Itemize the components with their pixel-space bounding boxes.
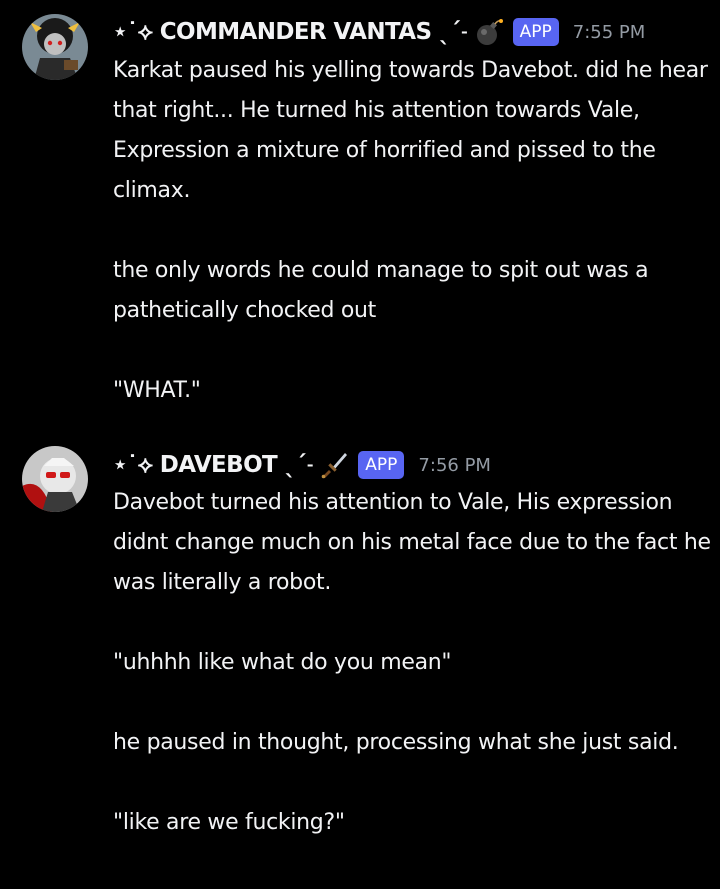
username[interactable]: ⋆˙⟡ DAVEBOT ˎˊ˗	[113, 452, 314, 478]
message-paragraph: he paused in thought, processing what sh…	[113, 730, 679, 755]
app-badge: APP	[512, 18, 559, 46]
bomb-icon	[474, 17, 504, 47]
message-paragraph: "uhhhh like what do you mean"	[113, 650, 452, 675]
message-header: ⋆˙⟡ COMMANDER VANTAS ˎˊ˗ APP 7:55 PM	[113, 15, 645, 49]
avatar-image	[22, 446, 88, 512]
message-paragraph: the only words he could manage to spit o…	[113, 258, 649, 323]
app-badge: APP	[358, 451, 405, 479]
message-content: Davebot turned his attention to Vale, Hi…	[113, 483, 713, 843]
timestamp: 7:55 PM	[572, 21, 646, 43]
message-paragraph: "WHAT."	[113, 378, 201, 403]
message-header: ⋆˙⟡ DAVEBOT ˎˊ˗ APP 7:56 PM	[113, 448, 491, 482]
avatar-commander-vantas[interactable]	[22, 14, 88, 80]
username[interactable]: ⋆˙⟡ COMMANDER VANTAS ˎˊ˗	[113, 19, 468, 45]
dagger-icon	[319, 450, 349, 480]
message-paragraph: Karkat paused his yelling towards Davebo…	[113, 58, 708, 203]
message-paragraph: Davebot turned his attention to Vale, Hi…	[113, 490, 711, 595]
avatar-image	[22, 14, 88, 80]
message-content: Karkat paused his yelling towards Davebo…	[113, 51, 713, 411]
message-paragraph: "like are we fucking?"	[113, 810, 345, 835]
timestamp: 7:56 PM	[418, 454, 491, 476]
avatar-davebot[interactable]	[22, 446, 88, 512]
